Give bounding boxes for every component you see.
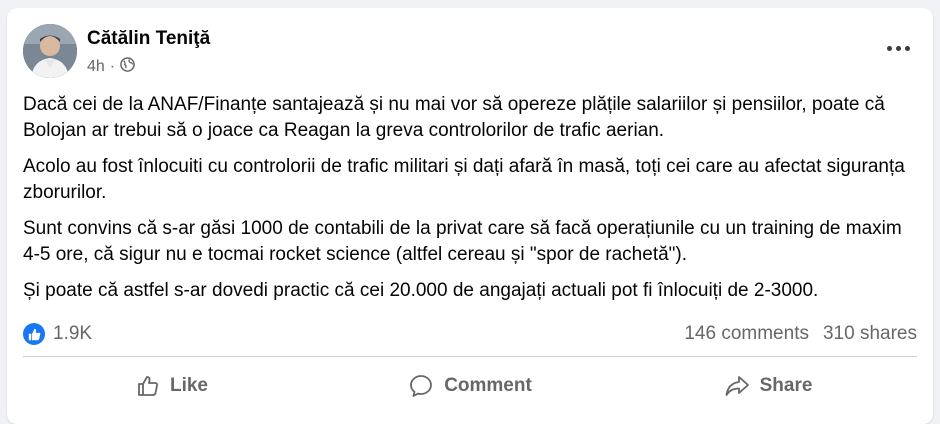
author-name[interactable]: Cătălin Teniţă: [87, 28, 210, 50]
post-meta: 4h ·: [87, 57, 135, 77]
post-paragraph: Acolo au fost înlocuiti cu controlorii d…: [23, 156, 905, 203]
post-text: Dacă cei de la ANAF/Finanțe santajează ș…: [23, 92, 917, 315]
post-header: Cătălin Teniţă 4h ·: [23, 24, 917, 80]
share-button[interactable]: Share: [619, 360, 917, 412]
like-reaction-icon: [23, 323, 45, 345]
thumbs-up-icon: [136, 374, 160, 398]
engagement-counts: 146 comments 310 shares: [684, 323, 917, 345]
post-stats: 1.9K 146 comments 310 shares: [23, 320, 917, 348]
post-card: Cătălin Teniţă 4h · Dacă cei de la ANAF/…: [7, 8, 933, 424]
like-button[interactable]: Like: [23, 360, 321, 412]
globe-icon[interactable]: [120, 57, 135, 77]
avatar[interactable]: [23, 24, 77, 78]
more-options-icon[interactable]: [881, 38, 915, 58]
post-time[interactable]: 4h: [87, 58, 105, 76]
comments-count[interactable]: 146 comments: [684, 323, 809, 345]
meta-separator: ·: [109, 58, 116, 75]
post-paragraph: Și poate că astfel s-ar dovedi practic c…: [23, 280, 819, 301]
reactions-summary[interactable]: 1.9K: [23, 323, 92, 345]
post-paragraph: Dacă cei de la ANAF/Finanțe santajează ș…: [23, 94, 885, 141]
comment-label: Comment: [444, 375, 532, 396]
comment-bubble-icon: [408, 373, 434, 399]
post-paragraph: Sunt convins că s-ar găsi 1000 de contab…: [23, 218, 902, 265]
reaction-count[interactable]: 1.9K: [53, 323, 92, 345]
action-bar: Like Comment Share: [23, 360, 917, 412]
share-arrow-icon: [724, 374, 750, 398]
share-label: Share: [759, 375, 813, 396]
divider: [23, 356, 917, 357]
shares-count[interactable]: 310 shares: [823, 323, 917, 345]
like-label: Like: [169, 375, 209, 396]
comment-button[interactable]: Comment: [321, 360, 619, 412]
